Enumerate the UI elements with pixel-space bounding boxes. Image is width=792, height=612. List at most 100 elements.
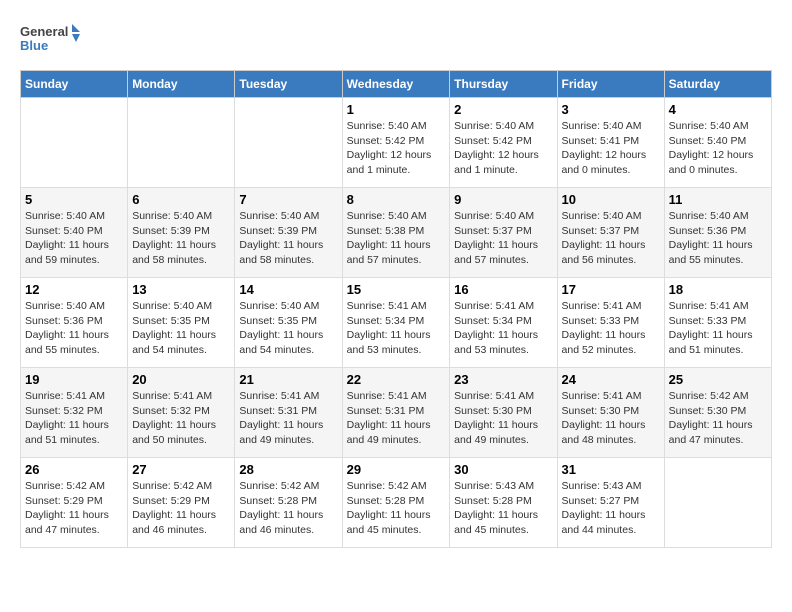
- day-info: Sunrise: 5:43 AM Sunset: 5:28 PM Dayligh…: [454, 479, 552, 538]
- calendar-cell: [21, 98, 128, 188]
- day-info: Sunrise: 5:40 AM Sunset: 5:37 PM Dayligh…: [454, 209, 552, 268]
- day-info: Sunrise: 5:40 AM Sunset: 5:38 PM Dayligh…: [347, 209, 446, 268]
- calendar-cell: 8 Sunrise: 5:40 AM Sunset: 5:38 PM Daylig…: [342, 188, 450, 278]
- day-number: 19: [25, 372, 123, 387]
- day-number: 31: [562, 462, 660, 477]
- day-number: 6: [132, 192, 230, 207]
- day-header-wednesday: Wednesday: [342, 71, 450, 98]
- day-info: Sunrise: 5:40 AM Sunset: 5:40 PM Dayligh…: [669, 119, 767, 178]
- day-number: 18: [669, 282, 767, 297]
- day-number: 10: [562, 192, 660, 207]
- calendar-cell: 18 Sunrise: 5:41 AM Sunset: 5:33 PM Dayli…: [664, 278, 771, 368]
- calendar-cell: 6 Sunrise: 5:40 AM Sunset: 5:39 PM Daylig…: [128, 188, 235, 278]
- calendar-cell: 1 Sunrise: 5:40 AM Sunset: 5:42 PM Daylig…: [342, 98, 450, 188]
- day-info: Sunrise: 5:41 AM Sunset: 5:32 PM Dayligh…: [132, 389, 230, 448]
- calendar-cell: 24Sunrise: 5:41 AM Sunset: 5:30 PM Dayli…: [557, 368, 664, 458]
- day-number: 30: [454, 462, 552, 477]
- day-info: Sunrise: 5:42 AM Sunset: 5:28 PM Dayligh…: [239, 479, 337, 538]
- day-number: 9: [454, 192, 552, 207]
- page-header: General Blue: [20, 20, 772, 60]
- day-info: Sunrise: 5:40 AM Sunset: 5:36 PM Dayligh…: [25, 299, 123, 358]
- day-info: Sunrise: 5:41 AM Sunset: 5:34 PM Dayligh…: [454, 299, 552, 358]
- day-header-saturday: Saturday: [664, 71, 771, 98]
- day-info: Sunrise: 5:41 AM Sunset: 5:34 PM Dayligh…: [347, 299, 446, 358]
- day-number: 4: [669, 102, 767, 117]
- calendar-cell: 10 Sunrise: 5:40 AM Sunset: 5:37 PM Dayli…: [557, 188, 664, 278]
- day-number: 21: [239, 372, 337, 387]
- day-info: Sunrise: 5:42 AM Sunset: 5:28 PM Dayligh…: [347, 479, 446, 538]
- day-info: Sunrise: 5:40 AM Sunset: 5:36 PM Dayligh…: [669, 209, 767, 268]
- day-info: Sunrise: 5:40 AM Sunset: 5:35 PM Dayligh…: [239, 299, 337, 358]
- calendar-cell: 20 Sunrise: 5:41 AM Sunset: 5:32 PM Dayli…: [128, 368, 235, 458]
- day-header-thursday: Thursday: [450, 71, 557, 98]
- day-number: 20: [132, 372, 230, 387]
- day-header-friday: Friday: [557, 71, 664, 98]
- calendar-cell: 23 Sunrise: 5:41 AM Sunset: 5:30 PM Dayli…: [450, 368, 557, 458]
- logo-svg: General Blue: [20, 20, 80, 60]
- day-number: 13: [132, 282, 230, 297]
- day-number: 27: [132, 462, 230, 477]
- day-info: Sunrise: 5:41 AM Sunset: 5:32 PM Dayligh…: [25, 389, 123, 448]
- logo: General Blue: [20, 20, 80, 60]
- calendar-week-row: 1 Sunrise: 5:40 AM Sunset: 5:42 PM Daylig…: [21, 98, 772, 188]
- calendar-cell: 26Sunrise: 5:42 AM Sunset: 5:29 PM Dayli…: [21, 458, 128, 548]
- calendar-cell: 4 Sunrise: 5:40 AM Sunset: 5:40 PM Daylig…: [664, 98, 771, 188]
- calendar-cell: 15Sunrise: 5:41 AM Sunset: 5:34 PM Dayli…: [342, 278, 450, 368]
- day-info: Sunrise: 5:40 AM Sunset: 5:39 PM Dayligh…: [239, 209, 337, 268]
- day-number: 23: [454, 372, 552, 387]
- calendar-cell: 17 Sunrise: 5:41 AM Sunset: 5:33 PM Dayli…: [557, 278, 664, 368]
- calendar-cell: 29 Sunrise: 5:42 AM Sunset: 5:28 PM Dayli…: [342, 458, 450, 548]
- day-number: 7: [239, 192, 337, 207]
- day-number: 17: [562, 282, 660, 297]
- day-header-sunday: Sunday: [21, 71, 128, 98]
- calendar-cell: 28Sunrise: 5:42 AM Sunset: 5:28 PM Dayli…: [235, 458, 342, 548]
- day-number: 24: [562, 372, 660, 387]
- day-info: Sunrise: 5:40 AM Sunset: 5:41 PM Dayligh…: [562, 119, 660, 178]
- day-number: 11: [669, 192, 767, 207]
- calendar-cell: 16 Sunrise: 5:41 AM Sunset: 5:34 PM Dayli…: [450, 278, 557, 368]
- calendar-cell: 2 Sunrise: 5:40 AM Sunset: 5:42 PM Daylig…: [450, 98, 557, 188]
- day-number: 3: [562, 102, 660, 117]
- day-header-tuesday: Tuesday: [235, 71, 342, 98]
- day-info: Sunrise: 5:40 AM Sunset: 5:35 PM Dayligh…: [132, 299, 230, 358]
- calendar-week-row: 26Sunrise: 5:42 AM Sunset: 5:29 PM Dayli…: [21, 458, 772, 548]
- day-info: Sunrise: 5:40 AM Sunset: 5:37 PM Dayligh…: [562, 209, 660, 268]
- calendar-week-row: 5 Sunrise: 5:40 AM Sunset: 5:40 PM Daylig…: [21, 188, 772, 278]
- day-info: Sunrise: 5:41 AM Sunset: 5:33 PM Dayligh…: [669, 299, 767, 358]
- day-number: 22: [347, 372, 446, 387]
- day-number: 1: [347, 102, 446, 117]
- calendar-week-row: 19 Sunrise: 5:41 AM Sunset: 5:32 PM Dayli…: [21, 368, 772, 458]
- calendar-cell: 31Sunrise: 5:43 AM Sunset: 5:27 PM Dayli…: [557, 458, 664, 548]
- day-info: Sunrise: 5:41 AM Sunset: 5:33 PM Dayligh…: [562, 299, 660, 358]
- calendar-cell: 21Sunrise: 5:41 AM Sunset: 5:31 PM Dayli…: [235, 368, 342, 458]
- calendar-week-row: 12 Sunrise: 5:40 AM Sunset: 5:36 PM Dayli…: [21, 278, 772, 368]
- day-number: 29: [347, 462, 446, 477]
- day-number: 14: [239, 282, 337, 297]
- calendar-cell: 12 Sunrise: 5:40 AM Sunset: 5:36 PM Dayli…: [21, 278, 128, 368]
- svg-text:Blue: Blue: [20, 38, 48, 53]
- day-info: Sunrise: 5:42 AM Sunset: 5:29 PM Dayligh…: [132, 479, 230, 538]
- day-info: Sunrise: 5:40 AM Sunset: 5:40 PM Dayligh…: [25, 209, 123, 268]
- day-info: Sunrise: 5:40 AM Sunset: 5:39 PM Dayligh…: [132, 209, 230, 268]
- day-header-monday: Monday: [128, 71, 235, 98]
- calendar-cell: 5 Sunrise: 5:40 AM Sunset: 5:40 PM Daylig…: [21, 188, 128, 278]
- day-number: 12: [25, 282, 123, 297]
- day-number: 8: [347, 192, 446, 207]
- day-info: Sunrise: 5:42 AM Sunset: 5:30 PM Dayligh…: [669, 389, 767, 448]
- calendar-cell: 9 Sunrise: 5:40 AM Sunset: 5:37 PM Daylig…: [450, 188, 557, 278]
- calendar-cell: [128, 98, 235, 188]
- day-info: Sunrise: 5:40 AM Sunset: 5:42 PM Dayligh…: [454, 119, 552, 178]
- day-number: 16: [454, 282, 552, 297]
- calendar-cell: 3 Sunrise: 5:40 AM Sunset: 5:41 PM Daylig…: [557, 98, 664, 188]
- svg-text:General: General: [20, 24, 68, 39]
- calendar-cell: 25Sunrise: 5:42 AM Sunset: 5:30 PM Dayli…: [664, 368, 771, 458]
- calendar-cell: 27 Sunrise: 5:42 AM Sunset: 5:29 PM Dayli…: [128, 458, 235, 548]
- day-number: 2: [454, 102, 552, 117]
- day-info: Sunrise: 5:40 AM Sunset: 5:42 PM Dayligh…: [347, 119, 446, 178]
- day-number: 5: [25, 192, 123, 207]
- calendar-cell: 22 Sunrise: 5:41 AM Sunset: 5:31 PM Dayli…: [342, 368, 450, 458]
- calendar-cell: 19 Sunrise: 5:41 AM Sunset: 5:32 PM Dayli…: [21, 368, 128, 458]
- day-info: Sunrise: 5:41 AM Sunset: 5:31 PM Dayligh…: [347, 389, 446, 448]
- calendar-cell: 7 Sunrise: 5:40 AM Sunset: 5:39 PM Daylig…: [235, 188, 342, 278]
- day-info: Sunrise: 5:41 AM Sunset: 5:30 PM Dayligh…: [454, 389, 552, 448]
